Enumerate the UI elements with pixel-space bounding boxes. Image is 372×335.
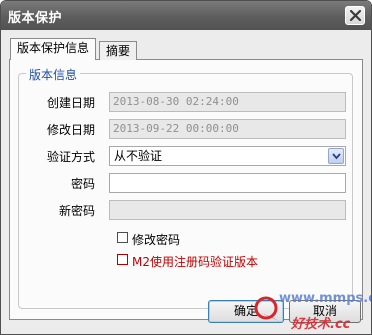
password-input[interactable]	[109, 173, 346, 193]
modified-date-label: 修改日期	[46, 123, 95, 137]
created-date-label: 创建日期	[46, 96, 95, 110]
watermark-text-url: www.mmps.cc	[279, 291, 371, 306]
new-password-label: 新密码	[58, 204, 95, 218]
dropdown-button[interactable]	[328, 148, 344, 164]
watermark: www.mmps.cc 好技术.cc	[241, 291, 371, 334]
created-date-field: 2013-08-30 02:24:00	[109, 92, 346, 112]
close-button[interactable]	[345, 6, 365, 25]
password-label: 密码	[70, 177, 95, 191]
title-bar[interactable]: 版本保护	[1, 1, 371, 30]
verify-method-value: 从不验证	[114, 149, 163, 163]
m2-register-code-label: M2使用注册码验证版本	[132, 255, 258, 269]
checkbox-box[interactable]	[117, 232, 128, 243]
watermark-text-site: 好技术.cc	[291, 317, 351, 332]
tab-panel: 版本信息 创建日期 2013-08-30 02:24:00 修改日期 2013-…	[9, 59, 363, 320]
close-icon	[350, 10, 361, 21]
verify-method-select[interactable]: 从不验证	[109, 146, 346, 166]
version-info-group: 版本信息 创建日期 2013-08-30 02:24:00 修改日期 2013-…	[18, 66, 353, 309]
change-password-label: 修改密码	[132, 233, 181, 247]
chevron-down-icon	[332, 153, 341, 160]
tab-summary[interactable]: 摘要	[99, 41, 138, 60]
new-password-input	[109, 200, 346, 220]
group-title: 版本信息	[26, 66, 81, 83]
window-title: 版本保护	[8, 11, 63, 26]
modified-date-field: 2013-09-22 00:00:00	[109, 119, 346, 139]
dialog-client-area: 版本保护信息 摘要 版本信息 创建日期 2013-08-30 02:24:00 …	[3, 30, 369, 332]
tab-version-protection-info[interactable]: 版本保护信息	[10, 38, 97, 60]
checkbox-box[interactable]	[117, 254, 128, 265]
dialog-window: 版本保护 版本保护信息 摘要 版本信息 创建日期 2013-08-30 02:2…	[0, 0, 372, 335]
verify-method-label: 验证方式	[46, 150, 95, 164]
